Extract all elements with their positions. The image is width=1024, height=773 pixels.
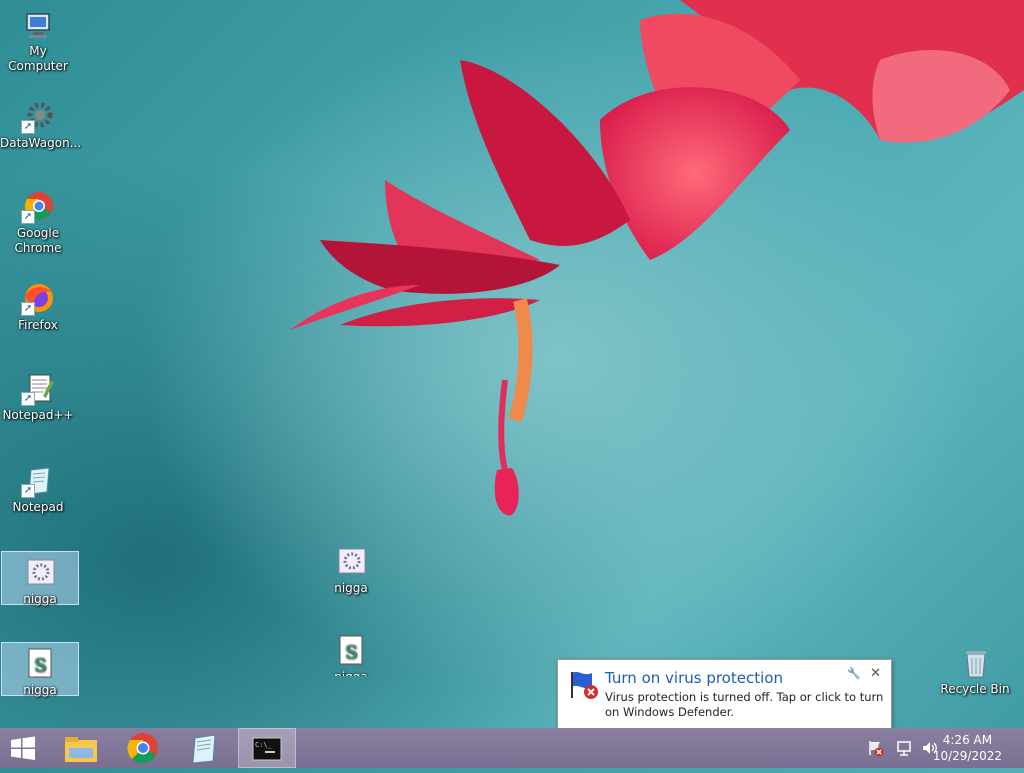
file-explorer-taskbar-button[interactable]	[55, 728, 107, 768]
file-explorer-icon	[65, 737, 97, 762]
icon-label: My Computer	[8, 44, 68, 73]
settings-file-icon	[23, 556, 57, 590]
close-button[interactable]: ✕	[870, 666, 881, 681]
start-button[interactable]	[0, 728, 46, 768]
notepad-icon	[192, 734, 216, 764]
icon-label: Firefox	[18, 318, 58, 332]
datawagon-desktop-icon[interactable]: ➚ DataWagon...	[0, 96, 82, 151]
shortcut-arrow-icon: ➚	[21, 302, 35, 316]
shortcut-arrow-icon: ➚	[21, 210, 35, 224]
my-computer-desktop-icon[interactable]: My Computer	[0, 4, 76, 74]
shortcut-arrow-icon: ➚	[21, 120, 35, 134]
icon-label: nigga	[23, 683, 57, 697]
virus-protection-notification[interactable]: Turn on virus protection Virus protectio…	[557, 659, 892, 741]
svg-text:S: S	[34, 655, 46, 676]
notepad-plus-plus-icon: ➚	[21, 372, 55, 406]
notepad-icon: ➚	[21, 464, 55, 498]
svg-text:C:\_: C:\_	[255, 741, 273, 749]
computer-icon	[21, 8, 55, 42]
icon-label: Google Chrome	[14, 226, 62, 255]
taskbar: C:\_ 4:26 AM 10/29/2022	[0, 728, 1024, 768]
defender-flag-icon	[568, 669, 600, 701]
start-icon	[11, 736, 35, 760]
desktop[interactable]: My Computer ➚ DataWagon... ➚ Google Chro…	[0, 0, 1024, 741]
clock-date: 10/29/2022	[932, 749, 1002, 763]
firefox-icon: ➚	[21, 282, 55, 316]
notification-title: Turn on virus protection	[605, 669, 783, 687]
gear-icon: ➚	[21, 100, 55, 134]
settings-file-icon	[334, 545, 368, 579]
command-prompt-icon: C:\_	[252, 737, 282, 761]
notepad-plus-plus-desktop-icon[interactable]: ➚ Notepad++	[0, 368, 76, 423]
icon-label: DataWagon...	[0, 136, 82, 150]
icon-label: Notepad++	[2, 408, 74, 422]
icon-label: nigga	[313, 670, 389, 676]
network-icon[interactable]	[896, 738, 916, 758]
script-file-icon: S	[334, 634, 368, 668]
notification-body: Virus protection is turned off. Tap or c…	[605, 690, 884, 719]
svg-text:S: S	[345, 642, 357, 663]
chrome-taskbar-button[interactable]	[117, 728, 169, 768]
notepad-taskbar-button[interactable]	[178, 728, 230, 768]
clock[interactable]: 4:26 AM 10/29/2022	[933, 732, 1002, 764]
wallpaper-flower	[290, 0, 1024, 516]
recycle-bin-icon	[958, 646, 992, 680]
clock-time: 4:26 AM	[942, 733, 993, 747]
icon-label: nigga	[23, 592, 57, 606]
icon-label: Recycle Bin	[940, 682, 1010, 696]
settings-wrench-icon[interactable]: 🔧	[847, 667, 861, 680]
google-chrome-desktop-icon[interactable]: ➚ Google Chrome	[0, 186, 76, 256]
shortcut-arrow-icon: ➚	[21, 484, 35, 498]
action-center-warning-icon[interactable]	[866, 738, 886, 758]
nigge-desktop-icon-1[interactable]: nigga	[1, 551, 79, 606]
script-file-icon: S	[23, 647, 57, 681]
chrome-icon	[127, 733, 158, 764]
recycle-bin-desktop-icon[interactable]: Recycle Bin	[937, 642, 1013, 697]
shortcut-arrow-icon: ➚	[21, 392, 35, 406]
nigge-desktop-icon-2[interactable]: S nigga	[1, 642, 79, 697]
command-prompt-taskbar-button[interactable]: C:\_	[238, 728, 296, 768]
icon-label: Notepad	[12, 500, 64, 514]
notepad-desktop-icon[interactable]: ➚ Notepad	[0, 460, 76, 515]
icon-label: nigga	[334, 581, 368, 595]
firefox-desktop-icon[interactable]: ➚ Firefox	[0, 278, 76, 333]
nigga-desktop-icon-2[interactable]: S nigga	[313, 630, 389, 676]
nigga-desktop-icon-1[interactable]: nigga	[313, 541, 389, 596]
chrome-icon: ➚	[21, 190, 55, 224]
